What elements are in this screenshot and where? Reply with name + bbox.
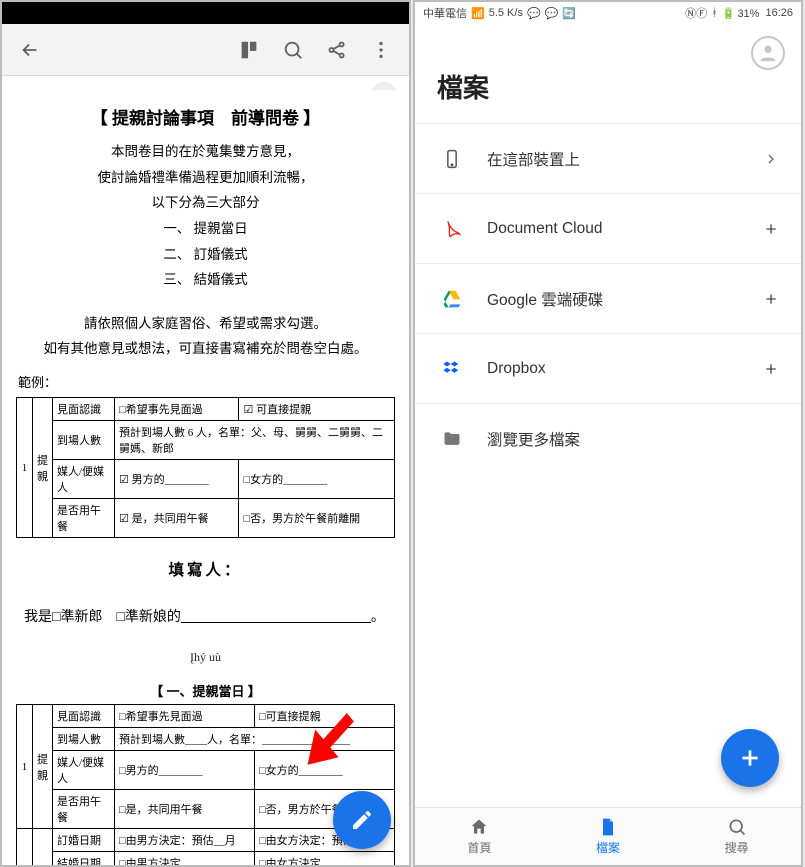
bottom-nav: 首頁 檔案 搜尋 xyxy=(415,807,801,865)
gdrive-icon xyxy=(437,289,467,309)
tab-search[interactable]: 搜尋 xyxy=(672,808,801,865)
doc-title: 【 提親討論事項 前導問卷 】 xyxy=(16,104,395,129)
filler-heading: 填寫人： xyxy=(16,558,395,580)
net-speed: 5.5 K/s xyxy=(489,7,523,19)
edit-fab[interactable] xyxy=(333,791,391,849)
search-button[interactable] xyxy=(271,28,315,72)
profile-avatar[interactable] xyxy=(751,36,785,70)
doc-instruction: 如有其他意見或想法，可直接書寫補充於問卷空白處。 xyxy=(16,336,395,362)
signal-icon: 📶 xyxy=(471,7,485,20)
viewer-toolbar xyxy=(2,24,409,76)
filler-line: 我是□準新郎 □準新娘的。 xyxy=(24,606,387,626)
dropbox-icon xyxy=(437,359,467,379)
example-label: 範例： xyxy=(18,372,395,391)
share-button[interactable] xyxy=(315,28,359,72)
page-mode-button[interactable] xyxy=(227,28,271,72)
doc-instruction: 請依照個人家庭習俗、希望或需求勾選。 xyxy=(16,311,395,337)
location-row-dropbox[interactable]: Dropbox xyxy=(415,333,801,403)
nfc-icon: ⓃⒻ xyxy=(685,5,707,21)
doc-paragraph: 以下分為三大部分 xyxy=(16,190,395,216)
location-row-doccloud[interactable]: Document Cloud xyxy=(415,193,801,263)
doc-paragraph: 二、 訂婚儀式 xyxy=(16,242,395,268)
carrier-label: 中華電信 xyxy=(423,5,467,21)
doc-paragraph: 本問卷目的在於蒐集雙方意見， xyxy=(16,139,395,165)
location-row-local[interactable]: 在這部裝置上 xyxy=(415,123,801,193)
watermark: Įhý uù xyxy=(16,650,395,665)
location-label: Document Cloud xyxy=(487,220,759,238)
overflow-menu-button[interactable] xyxy=(359,28,403,72)
acrobat-icon xyxy=(437,219,467,239)
location-row-browse[interactable]: 瀏覽更多檔案 xyxy=(415,403,801,473)
tab-label: 檔案 xyxy=(596,839,620,856)
files-app-pane: 中華電信 📶 5.5 K/s 💬💬🔄 ⓃⒻ ᚼ 🔋31% 16:26 檔案 在這… xyxy=(413,0,803,867)
section-heading: 【 一、提親當日 】 xyxy=(16,681,395,700)
example-table: 1提親見面認識□希望事先見面過☑ 可直接提親到場人數預計到場人數 6 人，名單：… xyxy=(16,397,395,538)
plus-icon xyxy=(759,221,783,237)
status-bar: 中華電信 📶 5.5 K/s 💬💬🔄 ⓃⒻ ᚼ 🔋31% 16:26 xyxy=(415,2,801,24)
folder-icon xyxy=(437,429,467,449)
add-fab[interactable] xyxy=(721,729,779,787)
tab-label: 搜尋 xyxy=(725,839,749,856)
doc-paragraph: 三、 結婚儀式 xyxy=(16,267,395,293)
clock: 16:26 xyxy=(765,7,793,19)
location-list: 在這部裝置上 Document Cloud Google 雲端硬碟 Dropbox 瀏覽… xyxy=(415,123,801,473)
location-label: 瀏覽更多檔案 xyxy=(487,428,759,450)
location-label: Dropbox xyxy=(487,360,759,378)
phone-icon xyxy=(437,149,467,169)
tab-files[interactable]: 檔案 xyxy=(544,808,673,865)
section-table: 1提親見面認識□希望事先見面過□可直接提親到場人數預計到場人數____人，名單：… xyxy=(16,704,395,865)
tab-label: 首頁 xyxy=(467,839,491,856)
status-bar xyxy=(2,2,409,24)
bluetooth-icon: ᚼ xyxy=(711,7,718,19)
location-label: Google 雲端硬碟 xyxy=(487,288,759,310)
plus-icon xyxy=(759,291,783,307)
chevron-icon xyxy=(759,151,783,167)
tab-home[interactable]: 首頁 xyxy=(415,808,544,865)
document-page[interactable]: 1 【 提親討論事項 前導問卷 】 本問卷目的在於蒐集雙方意見，使討論婚禮準備過… xyxy=(2,76,409,865)
battery-label: 🔋31% xyxy=(722,7,762,20)
back-button[interactable] xyxy=(8,28,52,72)
pdf-viewer-pane: 1 【 提親討論事項 前導問卷 】 本問卷目的在於蒐集雙方意見，使討論婚禮準備過… xyxy=(0,0,411,867)
plus-icon xyxy=(759,361,783,377)
location-label: 在這部裝置上 xyxy=(487,148,759,170)
location-row-gdrive[interactable]: Google 雲端硬碟 xyxy=(415,263,801,333)
doc-paragraph: 使討論婚禮準備過程更加順利流暢， xyxy=(16,165,395,191)
doc-paragraph: 一、 提親當日 xyxy=(16,216,395,242)
page-title: 檔案 xyxy=(437,68,801,105)
